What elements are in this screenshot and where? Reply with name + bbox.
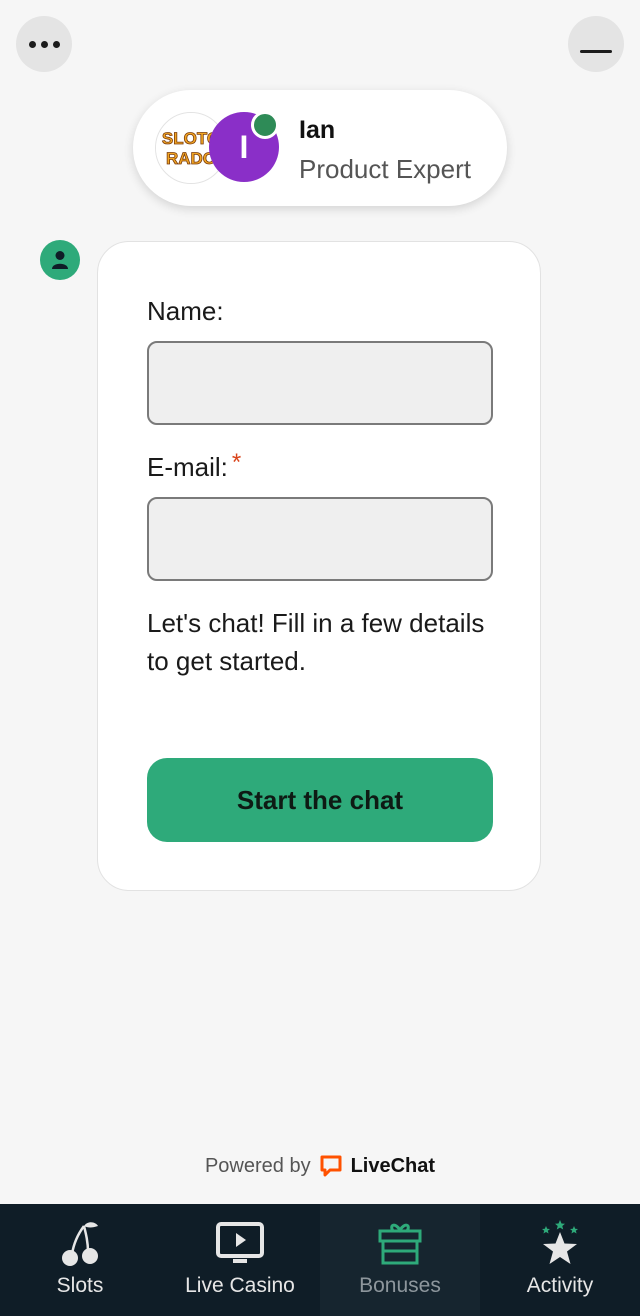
bottom-nav: Slots Live Casino Bonuses Activity (0, 1204, 640, 1316)
agent-initial: I (239, 128, 249, 165)
start-chat-button[interactable]: Start the chat (147, 758, 493, 842)
prechat-form-card: Name: E-mail: * Let's chat! Fill in a few… (97, 241, 541, 891)
nav-item-activity[interactable]: Activity (480, 1204, 640, 1316)
cherries-icon (62, 1222, 98, 1266)
email-label: E-mail: (147, 452, 228, 482)
nav-item-live-casino[interactable]: Live Casino (160, 1204, 320, 1316)
livechat-brand: LiveChat (350, 1154, 436, 1177)
star-icon (542, 1220, 578, 1264)
online-status-icon (251, 111, 279, 139)
gift-icon (378, 1223, 422, 1265)
agent-name: Ian (299, 116, 336, 144)
nav-label-live-casino: Live Casino (185, 1274, 295, 1297)
agent-role: Product Expert (299, 154, 471, 184)
powered-by[interactable]: Powered by LiveChat (0, 1154, 640, 1178)
nav-label-activity: Activity (526, 1274, 594, 1297)
powered-by-text: Powered by (204, 1154, 311, 1177)
bot-avatar (40, 240, 80, 280)
nav-item-bonuses[interactable]: Bonuses (320, 1204, 480, 1316)
agent-card: SLOTO RADO I Ian Product Expert (133, 90, 507, 206)
nav-item-slots[interactable]: Slots (0, 1204, 160, 1316)
required-mark: * (231, 449, 242, 476)
email-input[interactable] (147, 497, 493, 581)
name-input[interactable] (147, 341, 493, 425)
nav-label-bonuses: Bonuses (359, 1274, 441, 1297)
more-options-button[interactable] (16, 16, 72, 72)
intro-text: Let's chat! Fill in a few details to get… (147, 608, 485, 676)
email-label-row: E-mail: * (147, 449, 242, 483)
minimize-button[interactable] (568, 16, 624, 72)
user-icon (52, 251, 68, 269)
minimize-icon (580, 49, 612, 53)
nav-label-slots: Slots (56, 1274, 104, 1297)
livechat-logo-icon (320, 1155, 342, 1177)
name-label: Name: (147, 296, 224, 326)
tv-play-icon (216, 1222, 264, 1263)
more-dots-icon (28, 40, 60, 48)
